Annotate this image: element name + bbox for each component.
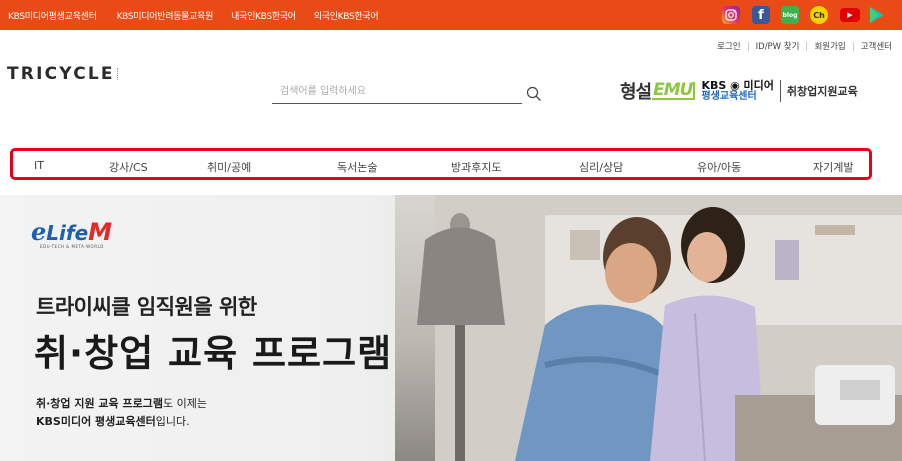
customer-center-link[interactable]: 고객센터: [861, 40, 892, 52]
tricycle-logo[interactable]: TRICYCLE: [7, 64, 120, 84]
divider: [852, 41, 854, 51]
kbs-media-logo-bottom: 평생교육센터: [701, 91, 757, 102]
hero-photo: [395, 195, 902, 461]
kakao-channel-icon[interactable]: Ch: [810, 5, 828, 25]
elifem-logo: e Life M: [31, 217, 112, 246]
hero-banner[interactable]: e Life M EDU-TECH & META-WORLD 트라이씨클 임직원…: [0, 195, 902, 461]
hero-desc-bold2: KBS미디어 평생교육센터: [36, 415, 156, 428]
hero-desc-rest2: 입니다.: [155, 415, 190, 428]
elifem-logo-life: Life: [46, 221, 89, 245]
link-kbs-korean-foreign[interactable]: 외국인KBS한국어: [314, 9, 379, 22]
nav-item-reading-essay[interactable]: 독서논술: [337, 159, 377, 175]
link-kbs-korean-domestic[interactable]: 내국인KBS한국어: [231, 9, 296, 22]
nav-item-psychology[interactable]: 심리/상담: [579, 159, 623, 175]
elifem-logo-m: M: [88, 218, 113, 246]
divider: [806, 41, 808, 51]
elifem-tagline: EDU-TECH & META-WORLD: [40, 244, 104, 249]
hero-description: 취·창업 지원 교육 프로그램도 이제는 KBS미디어 평생교육센터입니다.: [36, 395, 207, 431]
family-site-links: KBS미디어평생교육센터 KBS미디어반려동물교육원 내국인KBS한국어 외국인…: [0, 0, 396, 30]
nav-item-instructor-cs[interactable]: 강사/CS: [109, 159, 148, 175]
kbs-media-logo: KBS ◉ 미디어 평생교육센터: [701, 80, 773, 102]
hero-title-line2: 취·창업 교육 프로그램: [34, 332, 393, 375]
logo-mark: [116, 68, 120, 80]
nav-item-self-development[interactable]: 자기계발: [813, 159, 853, 175]
search-icon[interactable]: [526, 86, 544, 104]
nav-item-it[interactable]: IT: [34, 159, 44, 172]
hero-desc-rest1: 도 이제는: [163, 397, 207, 410]
elifem-logo-e: e: [31, 217, 47, 246]
nav-item-after-school[interactable]: 방과후지도: [451, 159, 502, 175]
logo-text: TRICYCLE: [7, 64, 115, 84]
divider: [747, 41, 749, 51]
facebook-icon[interactable]: f: [752, 5, 770, 25]
youtube-icon[interactable]: ▶: [840, 5, 860, 25]
blog-icon[interactable]: blog: [781, 5, 799, 25]
link-kbs-media-lifelong[interactable]: KBS미디어평생교육센터: [8, 9, 97, 22]
instagram-icon[interactable]: [722, 5, 740, 25]
hero-desc-bold1: 취·창업 지원 교육 프로그램: [36, 397, 163, 410]
emu-logo-text: EMU: [652, 82, 696, 100]
kbs-media-logo-top: KBS ◉ 미디어: [701, 79, 774, 92]
play-store-icon[interactable]: [869, 5, 885, 25]
signup-link[interactable]: 회원가입: [814, 40, 845, 52]
hero-title-line1: 트라이씨클 임직원을 위한: [36, 295, 257, 319]
divider: [779, 80, 781, 102]
search-input[interactable]: [272, 80, 522, 104]
find-id-pw-link[interactable]: ID/PW 찾기: [756, 40, 800, 52]
login-link[interactable]: 로그인: [717, 40, 740, 52]
top-bar: KBS미디어평생교육센터 KBS미디어반려동물교육원 내국인KBS한국어 외국인…: [0, 0, 902, 30]
category-nav: IT 강사/CS 취미/공예 독서논술 방과후지도 심리/상담 유아/아동 자기…: [10, 148, 872, 180]
link-kbs-pet-education[interactable]: KBS미디어반려동물교육원: [117, 9, 214, 22]
partner-logos: 형설 EMU KBS ◉ 미디어 평생교육센터 취창업지원교육: [620, 74, 858, 108]
nav-item-hobby-craft[interactable]: 취미/공예: [207, 159, 251, 175]
job-support-label: 취창업지원교육: [786, 85, 858, 98]
hyungseol-logo-text: 형설: [620, 82, 652, 103]
utility-links: 로그인 ID/PW 찾기 회원가입 고객센터: [717, 40, 892, 52]
nav-item-kids[interactable]: 유아/아동: [697, 159, 741, 175]
